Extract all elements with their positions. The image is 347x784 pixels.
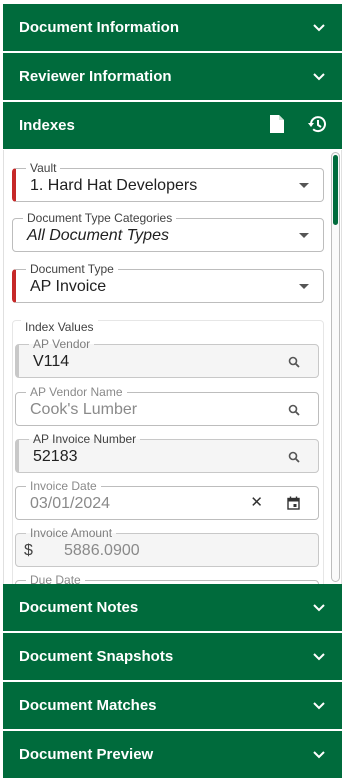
panel-title: Document Matches [19,697,157,714]
field-label: Document Type [26,262,118,276]
panel-title: Reviewer Information [19,68,172,85]
search-icon[interactable] [288,403,300,416]
clear-icon[interactable]: ✕ [250,495,263,511]
caret-down-icon [299,233,309,238]
field-label: AP Vendor [29,337,95,351]
field-label: Vault [26,161,61,175]
document-icon[interactable] [269,114,285,138]
ap-vendor-name-field[interactable]: AP Vendor Name Cook's Lumber [15,385,319,426]
scrollbar[interactable] [331,152,340,582]
caret-down-icon [299,284,309,289]
invoice-date-field[interactable]: Invoice Date 03/01/2024 ✕ [15,479,319,520]
chevron-down-icon[interactable] [312,699,326,713]
chevron-down-icon[interactable] [312,70,326,84]
field-value: 52183 [33,448,78,465]
document-type-select[interactable]: Document Type AP Invoice [12,262,324,303]
field-label: Invoice Date [26,479,101,493]
field-label: AP Vendor Name [26,385,127,399]
panel-title: Document Notes [19,599,139,616]
document-type-categories-select[interactable]: Document Type Categories All Document Ty… [12,211,324,252]
field-value: Cook's Lumber [30,401,138,418]
field-label: Invoice Amount [26,526,117,540]
chevron-down-icon[interactable] [312,601,326,615]
field-value: 5886.0900 [64,542,140,559]
vault-select[interactable]: Vault 1. Hard Hat Developers [12,161,324,202]
ap-invoice-number-field[interactable]: AP Invoice Number 52183 [15,432,319,473]
panel-title: Indexes [19,117,75,134]
field-value: V114 [33,353,70,370]
index-values-group: Index Values AP Vendor V114 AP Vendor Na… [12,320,324,584]
panel-title: Document Information [19,19,179,36]
group-title: Index Values [21,320,98,334]
chevron-down-icon[interactable] [312,21,326,35]
field-label: Due Date [26,573,85,584]
panel-document-notes[interactable]: Document Notes [3,584,342,631]
panel-document-matches[interactable]: Document Matches [3,682,342,729]
chevron-down-icon[interactable] [312,748,326,762]
caret-down-icon [299,183,309,188]
calendar-icon[interactable] [287,496,300,510]
indexes-content[interactable]: Vault 1. Hard Hat Developers Document Ty… [3,150,342,584]
panel-document-information[interactable]: Document Information [3,4,342,51]
panel-document-snapshots[interactable]: Document Snapshots [3,633,342,680]
currency-symbol: $ [24,542,33,559]
chevron-down-icon[interactable] [312,650,326,664]
invoice-amount-field[interactable]: Invoice Amount $ 5886.0900 [15,526,319,567]
field-label: Document Type Categories [23,211,177,225]
panel-title: Document Snapshots [19,648,174,665]
panel-indexes[interactable]: Indexes [3,102,342,149]
field-value: All Document Types [27,227,169,244]
field-value: AP Invoice [30,278,107,295]
scrollbar-thumb[interactable] [333,155,338,225]
panel-reviewer-information[interactable]: Reviewer Information [3,53,342,100]
field-label: AP Invoice Number [29,432,141,446]
ap-vendor-field[interactable]: AP Vendor V114 [15,337,319,378]
panel-title: Document Preview [19,746,154,763]
search-icon[interactable] [288,355,300,368]
search-icon[interactable] [288,450,300,463]
field-value: 1. Hard Hat Developers [30,177,198,194]
field-value: 03/01/2024 [30,495,111,512]
panel-document-preview[interactable]: Document Preview [3,731,342,778]
history-icon[interactable] [307,114,327,138]
